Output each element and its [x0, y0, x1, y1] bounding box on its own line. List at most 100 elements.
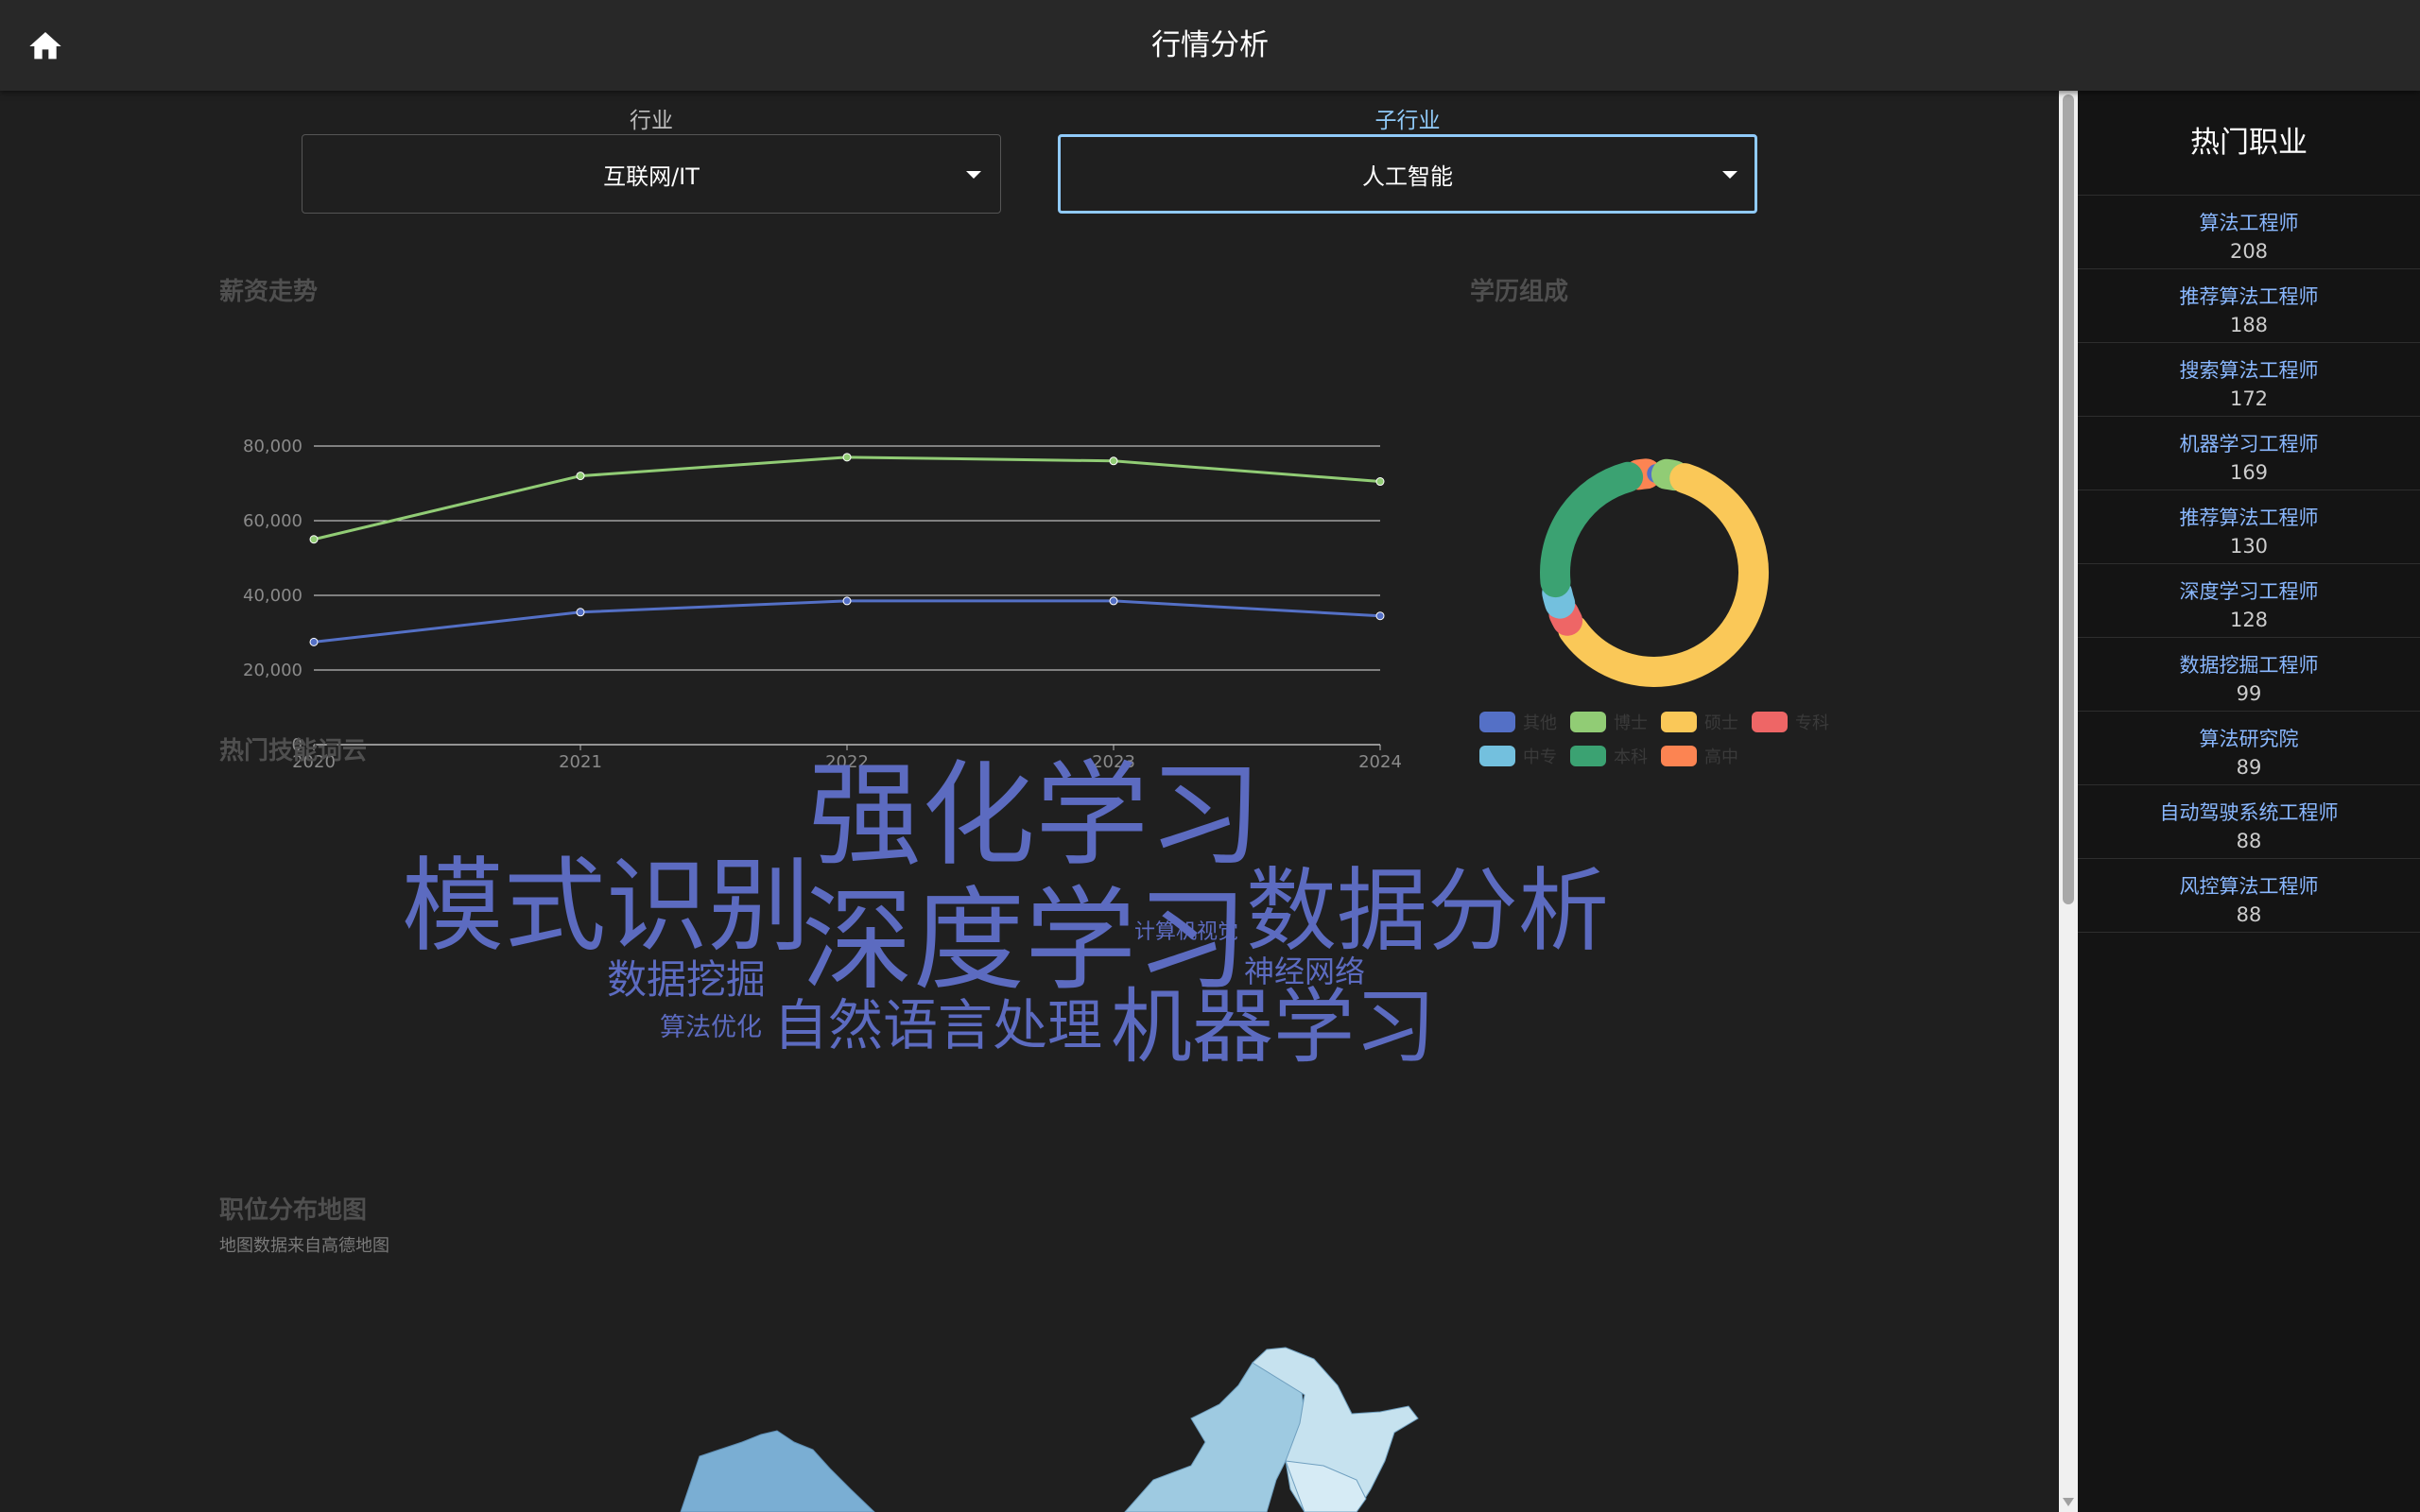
data-point — [309, 535, 319, 544]
job-count: 172 — [2229, 387, 2269, 410]
legend-swatch — [1752, 712, 1788, 732]
legend-swatch — [1661, 712, 1697, 732]
legend-item[interactable]: 硕士 — [1661, 711, 1738, 733]
job-distribution-map[interactable] — [662, 1300, 1512, 1512]
legend-label: 硕士 — [1704, 713, 1738, 733]
word-cloud-word: 神经网络 — [1244, 954, 1366, 989]
job-count: 89 — [2236, 756, 2262, 779]
data-point — [1109, 596, 1118, 606]
job-count: 128 — [2229, 609, 2269, 631]
word-cloud-title: 热门技能词云 — [219, 737, 368, 765]
job-item[interactable]: 算法工程师 208 — [2078, 196, 2420, 269]
salary-chart-title: 薪资走势 — [219, 278, 319, 306]
x-tick-label: 2022 — [825, 752, 869, 772]
industry-select-value: 互联网/IT — [603, 163, 700, 190]
job-name: 推荐算法工程师 — [2179, 285, 2319, 308]
legend-label: 高中 — [1704, 747, 1738, 767]
legend-item[interactable]: 专科 — [1752, 711, 1829, 733]
donut-slice-本科 — [1540, 461, 1644, 598]
job-name: 自动驾驶系统工程师 — [2159, 801, 2339, 824]
legend-label: 其他 — [1523, 713, 1557, 733]
scrollbar-thumb[interactable] — [2063, 94, 2074, 904]
word-cloud-word: 数据分析 — [1246, 858, 1609, 964]
job-name: 数据挖掘工程师 — [2179, 654, 2319, 677]
job-item[interactable]: 自动驾驶系统工程师 88 — [2078, 785, 2420, 859]
data-point — [842, 596, 852, 606]
map-region-xinjiang — [680, 1430, 875, 1512]
y-tick-label: 20,000 — [243, 661, 302, 680]
y-tick-label: 40,000 — [243, 586, 302, 606]
y-tick-label: 80,000 — [243, 437, 302, 456]
x-tick-label: 2021 — [559, 752, 602, 772]
map-title: 职位分布地图 — [219, 1196, 368, 1225]
legend-label: 本科 — [1614, 747, 1648, 767]
word-cloud-word: 自然语言处理 — [773, 993, 1103, 1057]
industry-label: 行业 — [630, 109, 673, 133]
salary-line-chart: 020,00040,00060,00080,0002020 2021 2022 202… — [243, 437, 1402, 772]
legend-item[interactable]: 本科 — [1570, 745, 1648, 767]
sidebar-title: 热门职业 — [2078, 91, 2420, 196]
sub-industry-select[interactable]: 人工智能 — [1058, 134, 1757, 214]
legend-swatch — [1570, 712, 1606, 732]
job-count: 130 — [2229, 535, 2269, 558]
word-cloud-word: 算法优化 — [660, 1013, 762, 1042]
legend-swatch — [1479, 712, 1515, 732]
y-tick-label: 60,000 — [243, 511, 302, 531]
app-header: 行情分析 — [0, 0, 2420, 91]
job-item[interactable]: 机器学习工程师 169 — [2078, 417, 2420, 490]
main-content: 行业 互联网/IT 子行业 人工智能 薪资走势 0 20,000 40,000 60,… — [0, 91, 2059, 1512]
legend-item[interactable]: 博士 — [1570, 711, 1648, 733]
job-item[interactable]: 风控算法工程师 88 — [2078, 859, 2420, 933]
map-source-note: 地图数据来自高德地图 — [219, 1236, 389, 1256]
data-point — [842, 453, 852, 462]
job-count: 208 — [2229, 240, 2269, 263]
job-item[interactable]: 算法研究院 89 — [2078, 712, 2420, 785]
job-count: 169 — [2229, 461, 2269, 484]
data-point — [576, 472, 585, 481]
sub-industry-label: 子行业 — [1374, 109, 1441, 133]
job-item[interactable]: 搜索算法工程师 172 — [2078, 343, 2420, 417]
hot-jobs-sidebar: 热门职业 算法工程师 208 推荐算法工程师 188 搜索算法工程师 172 机器学习… — [2078, 91, 2420, 1512]
education-chart-title: 学历组成 — [1470, 278, 1569, 306]
word-cloud-word: 模式识别 — [402, 848, 811, 966]
job-item[interactable]: 推荐算法工程师 130 — [2078, 490, 2420, 564]
job-item[interactable]: 数据挖掘工程师 99 — [2078, 638, 2420, 712]
series-line-1 — [313, 599, 1381, 644]
main-scrollbar[interactable] — [2059, 91, 2078, 1512]
legend-label: 中专 — [1523, 747, 1557, 767]
sub-industry-select-value: 人工智能 — [1362, 163, 1453, 190]
job-name: 风控算法工程师 — [2179, 875, 2319, 898]
page-title: 行情分析 — [1151, 28, 1269, 62]
job-name: 推荐算法工程师 — [2179, 507, 2319, 529]
job-count: 88 — [2236, 903, 2262, 926]
legend-label: 专科 — [1795, 713, 1829, 733]
job-item[interactable]: 深度学习工程师 128 — [2078, 564, 2420, 638]
industry-select[interactable]: 互联网/IT — [302, 134, 1001, 214]
job-name: 算法工程师 — [2199, 212, 2299, 234]
map-region-inner-mongolia — [1124, 1362, 1305, 1512]
education-legend: 其他 博士 硕士 专科中专 本科 高中 — [1479, 629, 1876, 767]
job-name: 算法研究院 — [2199, 728, 2299, 750]
job-count: 188 — [2229, 314, 2269, 336]
scroll-down-arrow-icon[interactable] — [2063, 1498, 2074, 1506]
word-cloud-word: 计算机视觉 — [1134, 920, 1239, 944]
data-point — [1375, 477, 1385, 487]
legend-item[interactable]: 中专 — [1479, 745, 1557, 767]
legend-swatch — [1479, 746, 1515, 766]
legend-item[interactable]: 高中 — [1661, 745, 1738, 767]
job-name: 深度学习工程师 — [2179, 580, 2319, 603]
chevron-down-icon — [966, 171, 981, 179]
legend-swatch — [1661, 746, 1697, 766]
word-cloud-word: 深度学习 — [802, 875, 1249, 1005]
word-cloud-word: 数据挖掘 — [607, 956, 767, 1003]
chevron-down-icon — [1722, 171, 1737, 179]
legend-label: 博士 — [1614, 713, 1648, 733]
series-line-0 — [313, 455, 1381, 541]
x-tick-label: 2023 — [1092, 752, 1135, 772]
job-item[interactable]: 推荐算法工程师 188 — [2078, 269, 2420, 343]
legend-item[interactable]: 其他 — [1479, 711, 1557, 733]
data-point — [1109, 456, 1118, 466]
data-point — [1375, 611, 1385, 621]
job-count: 88 — [2236, 830, 2262, 852]
word-cloud-word: 机器学习 — [1111, 980, 1436, 1074]
